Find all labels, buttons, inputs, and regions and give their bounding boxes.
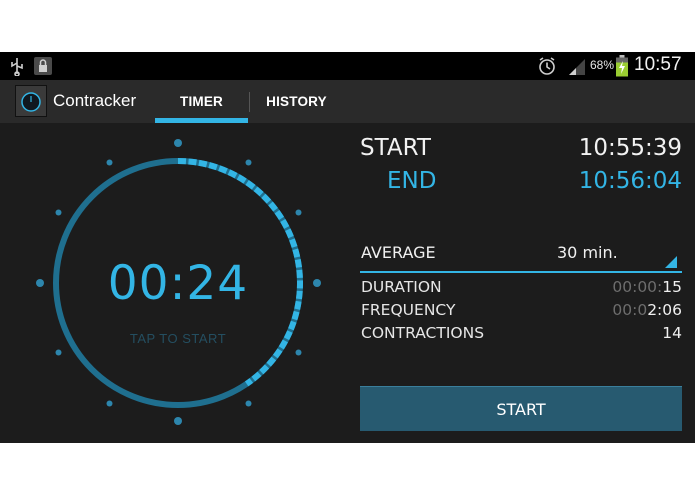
end-label: END — [387, 168, 437, 194]
tap-to-start-hint: TAP TO START — [129, 331, 227, 346]
frequency-value-main: 2:06 — [647, 301, 682, 319]
usb-icon — [11, 58, 23, 76]
stopwatch-icon — [21, 92, 41, 112]
average-value: 30 min. — [557, 243, 618, 262]
battery-charging-icon — [616, 55, 628, 77]
dropdown-corner-icon — [665, 256, 677, 268]
tab-history[interactable]: HISTORY — [250, 80, 343, 123]
lock-icon — [34, 57, 52, 75]
contractions-value-main: 14 — [662, 324, 682, 342]
end-time: 10:56:04 — [578, 168, 682, 194]
status-bar: 68% 10:57 — [0, 52, 695, 80]
contractions-value: 14 — [560, 324, 682, 342]
start-time: 10:55:39 — [578, 135, 682, 161]
status-time: 10:57 — [634, 54, 682, 75]
average-spinner[interactable]: AVERAGE 30 min. — [360, 235, 682, 273]
frequency-label: FREQUENCY — [361, 301, 456, 319]
start-label: START — [360, 135, 431, 161]
action-bar: Contracker TIMER HISTORY — [0, 80, 695, 123]
app-logo[interactable] — [15, 85, 47, 117]
frequency-value: 00:02:06 — [560, 301, 682, 319]
signal-icon — [569, 59, 585, 75]
start-button[interactable]: START — [360, 386, 682, 431]
tab-timer[interactable]: TIMER — [155, 80, 248, 123]
frequency-value-muted: 00:0 — [612, 301, 648, 319]
app-title: Contracker — [53, 91, 137, 110]
elapsed-time: 00:24 — [107, 256, 249, 311]
duration-value-muted: 00:00: — [612, 278, 663, 296]
contractions-label: CONTRACTIONS — [361, 324, 485, 342]
duration-value: 00:00:15 — [560, 278, 682, 296]
timer-screen: 00:24 TAP TO START START 10:55:39 END 10… — [0, 123, 695, 443]
average-label: AVERAGE — [361, 243, 436, 262]
start-button-label: START — [496, 400, 546, 419]
average-underline — [360, 271, 682, 273]
duration-value-main: 15 — [662, 278, 682, 296]
alarm-icon — [539, 57, 555, 75]
battery-percent: 68% — [590, 58, 615, 72]
timer-dial[interactable]: 00:24 TAP TO START — [30, 138, 330, 438]
tab-history-label: HISTORY — [266, 94, 327, 109]
tab-timer-label: TIMER — [180, 94, 223, 109]
duration-label: DURATION — [361, 278, 442, 296]
